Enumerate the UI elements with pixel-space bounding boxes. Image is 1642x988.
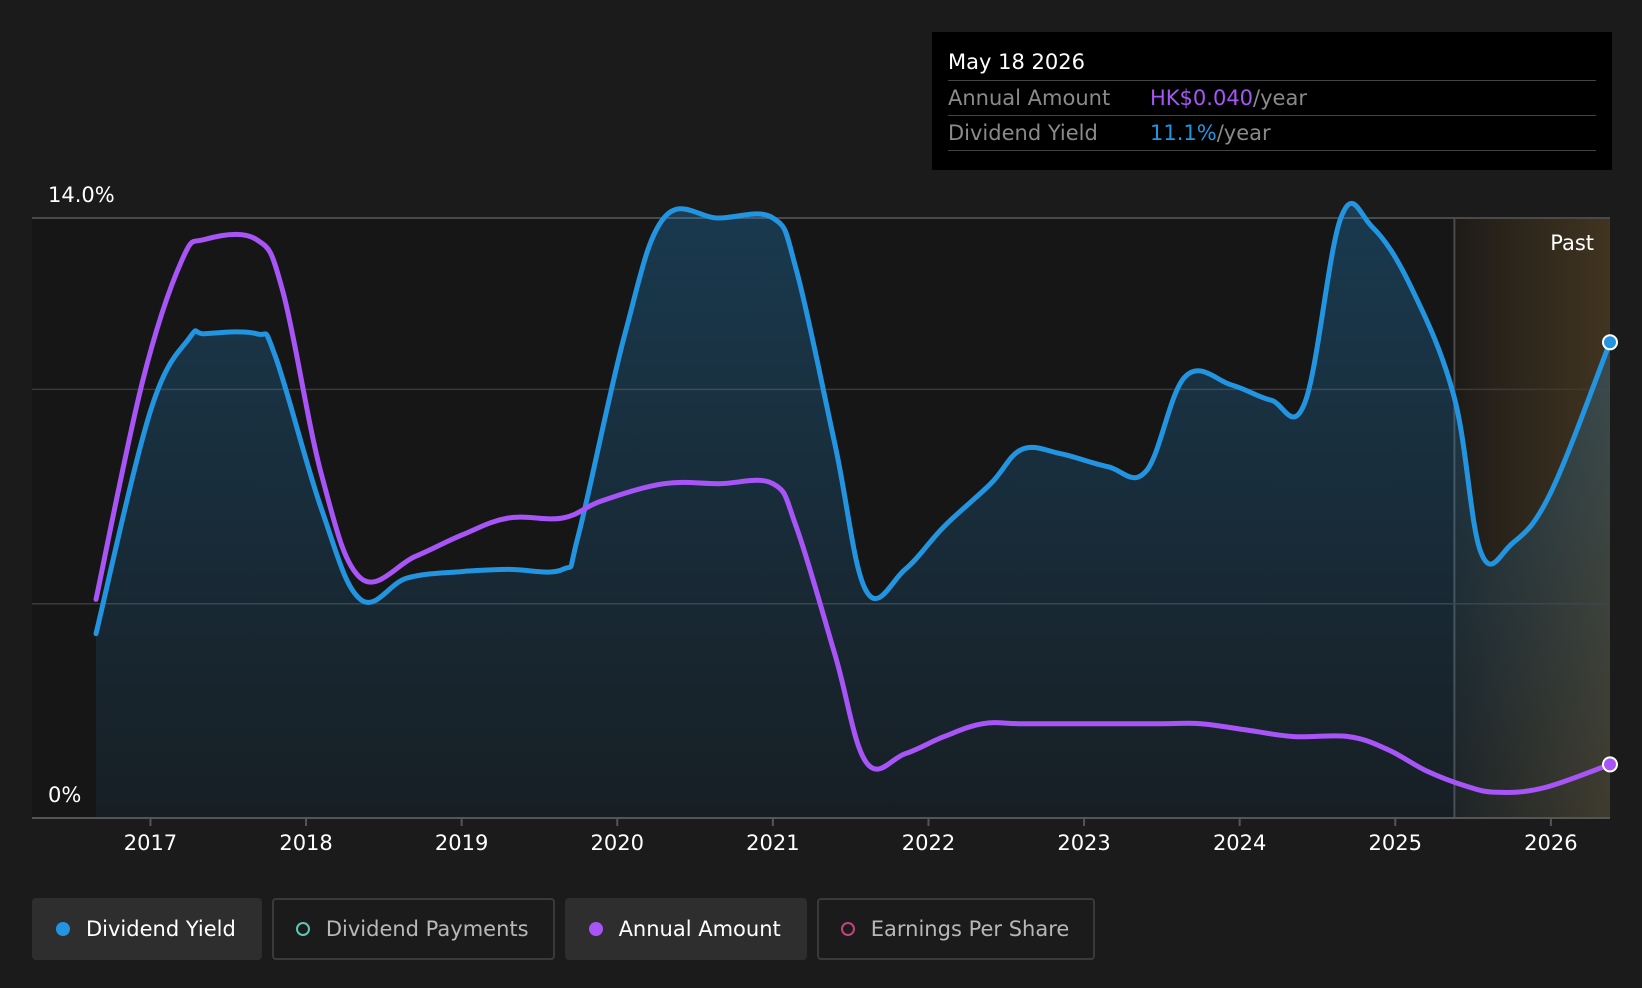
tooltip-annual-label: Annual Amount	[948, 86, 1111, 110]
legend-annual-amount[interactable]: Annual Amount	[564, 898, 807, 960]
chart-legend: Dividend Yield Dividend Payments Annual …	[32, 898, 1096, 960]
tooltip-annual-unit: /year	[1253, 86, 1307, 110]
legend-dividend-yield[interactable]: Dividend Yield	[32, 898, 262, 960]
x-tick-label: 2020	[591, 831, 644, 855]
past-label: Past	[1550, 231, 1594, 255]
x-tick-label: 2025	[1369, 831, 1422, 855]
legend-annual-amount-label: Annual Amount	[618, 917, 781, 941]
tooltip-yield-label: Dividend Yield	[948, 121, 1098, 145]
x-tick-label: 2018	[279, 831, 332, 855]
legend-dividend-payments-label: Dividend Payments	[325, 917, 529, 941]
x-tick-label: 2024	[1213, 831, 1266, 855]
y-axis-max-label: 14.0%	[48, 183, 115, 207]
earnings-per-share-ring-icon	[840, 922, 855, 936]
chart-tooltip: May 18 2026 Annual Amount HK$0.040 /year…	[932, 32, 1612, 170]
legend-dividend-payments[interactable]: Dividend Payments	[271, 898, 555, 960]
tooltip-yield-row: Dividend Yield 11.1% /year	[948, 116, 1596, 151]
tooltip-annual-value: HK$0.040	[1150, 86, 1254, 110]
legend-earnings-per-share-label: Earnings Per Share	[870, 917, 1070, 941]
dividend-yield-end-marker	[1602, 334, 1618, 351]
dividend-payments-ring-icon	[295, 922, 310, 936]
legend-earnings-per-share[interactable]: Earnings Per Share	[816, 898, 1096, 960]
x-tick-label: 2021	[746, 831, 799, 855]
tooltip-date: May 18 2026	[948, 46, 1596, 81]
x-tick-label: 2022	[902, 831, 955, 855]
tooltip-yield-unit: /year	[1216, 121, 1271, 145]
annual-amount-end-marker	[1602, 756, 1618, 773]
x-tick-label: 2026	[1524, 831, 1577, 855]
y-axis-min-label: 0%	[48, 783, 81, 807]
x-tick-label: 2023	[1057, 831, 1110, 855]
dividend-yield-dot-icon	[56, 922, 70, 936]
tooltip-yield-value: 11.1%	[1150, 121, 1217, 145]
x-tick-label: 2019	[435, 831, 488, 855]
legend-dividend-yield-label: Dividend Yield	[86, 917, 236, 941]
annual-amount-dot-icon	[588, 922, 603, 936]
x-tick-label: 2017	[124, 831, 177, 855]
tooltip-annual-row: Annual Amount HK$0.040 /year	[948, 81, 1596, 116]
